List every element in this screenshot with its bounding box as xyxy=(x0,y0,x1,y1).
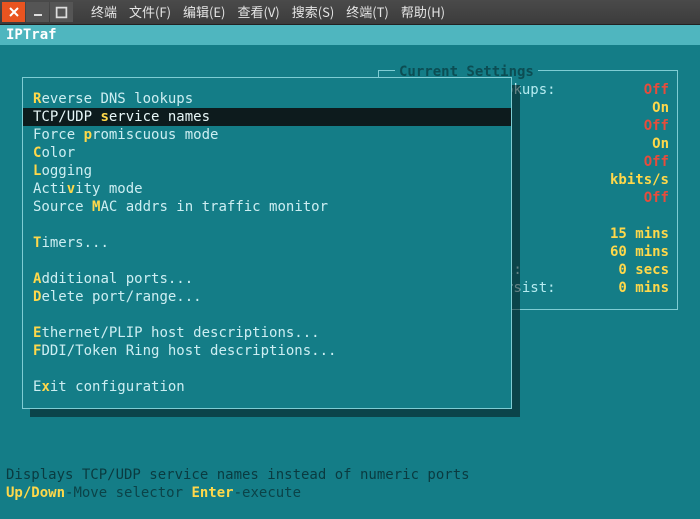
help-txt-move: -Move selector xyxy=(65,485,191,501)
menu-terminal-zh[interactable]: 终端 xyxy=(91,3,117,21)
menu-file[interactable]: 文件(F) xyxy=(129,3,171,21)
menu-gap xyxy=(23,306,511,324)
minimize-icon[interactable] xyxy=(26,2,49,22)
menu-gap xyxy=(23,252,511,270)
settings-value: Off xyxy=(607,153,669,171)
terminal-app-frame: IPTraf Current Settings Reverse DNS look… xyxy=(0,25,700,519)
settings-value: 60 mins xyxy=(607,243,669,261)
menu-edit[interactable]: 编辑(E) xyxy=(183,3,225,21)
help-key-updown: Up/Down xyxy=(6,485,65,501)
menu-view[interactable]: 查看(V) xyxy=(237,3,279,21)
menu-gap xyxy=(23,360,511,378)
menu-item-1[interactable]: TCP/UDP service names xyxy=(23,108,511,126)
settings-value: Off xyxy=(607,117,669,135)
workspace: Current Settings Reverse DNS lookups:Off… xyxy=(0,45,700,466)
menu-item-11[interactable]: Delete port/range... xyxy=(23,288,511,306)
menu-search[interactable]: 搜索(S) xyxy=(292,3,335,21)
config-menu-panel: Reverse DNS lookupsTCP/UDP service names… xyxy=(22,77,512,409)
settings-value: On xyxy=(607,99,669,117)
bottom-filler xyxy=(0,502,700,519)
window-titlebar: 终端 文件(F) 编辑(E) 查看(V) 搜索(S) 终端(T) 帮助(H) xyxy=(0,0,700,25)
menu-item-8[interactable]: Timers... xyxy=(23,234,511,252)
app-title-bar: IPTraf xyxy=(0,25,700,45)
help-line: Up/Down-Move selector Enter-execute xyxy=(0,484,700,502)
settings-value: Off xyxy=(607,189,669,207)
settings-value: Off xyxy=(607,81,669,99)
menu-item-4[interactable]: Logging xyxy=(23,162,511,180)
menu-item-5[interactable]: Activity mode xyxy=(23,180,511,198)
menu-item-13[interactable]: Ethernet/PLIP host descriptions... xyxy=(23,324,511,342)
menu-item-3[interactable]: Color xyxy=(23,144,511,162)
menu-item-6[interactable]: Source MAC addrs in traffic monitor xyxy=(23,198,511,216)
menu-gap xyxy=(23,216,511,234)
window-menu-bar: 终端 文件(F) 编辑(E) 查看(V) 搜索(S) 终端(T) 帮助(H) xyxy=(91,3,445,21)
menu-item-10[interactable]: Additional ports... xyxy=(23,270,511,288)
status-line: Displays TCP/UDP service names instead o… xyxy=(0,466,700,484)
close-icon[interactable] xyxy=(2,2,25,22)
menu-terminal[interactable]: 终端(T) xyxy=(346,3,389,21)
menu-item-0[interactable]: Reverse DNS lookups xyxy=(23,90,511,108)
app-title: IPTraf xyxy=(6,27,57,43)
menu-item-16[interactable]: Exit configuration xyxy=(23,378,511,396)
settings-value: 0 mins xyxy=(607,279,669,297)
maximize-icon[interactable] xyxy=(50,2,73,22)
menu-help[interactable]: 帮助(H) xyxy=(401,3,445,21)
settings-value: 15 mins xyxy=(607,225,669,243)
settings-value: kbits/s xyxy=(607,171,669,189)
settings-value: On xyxy=(607,135,669,153)
settings-value: 0 secs xyxy=(607,261,669,279)
menu-item-2[interactable]: Force promiscuous mode xyxy=(23,126,511,144)
menu-item-14[interactable]: FDDI/Token Ring host descriptions... xyxy=(23,342,511,360)
help-txt-exec: -execute xyxy=(234,485,301,501)
help-key-enter: Enter xyxy=(191,485,233,501)
